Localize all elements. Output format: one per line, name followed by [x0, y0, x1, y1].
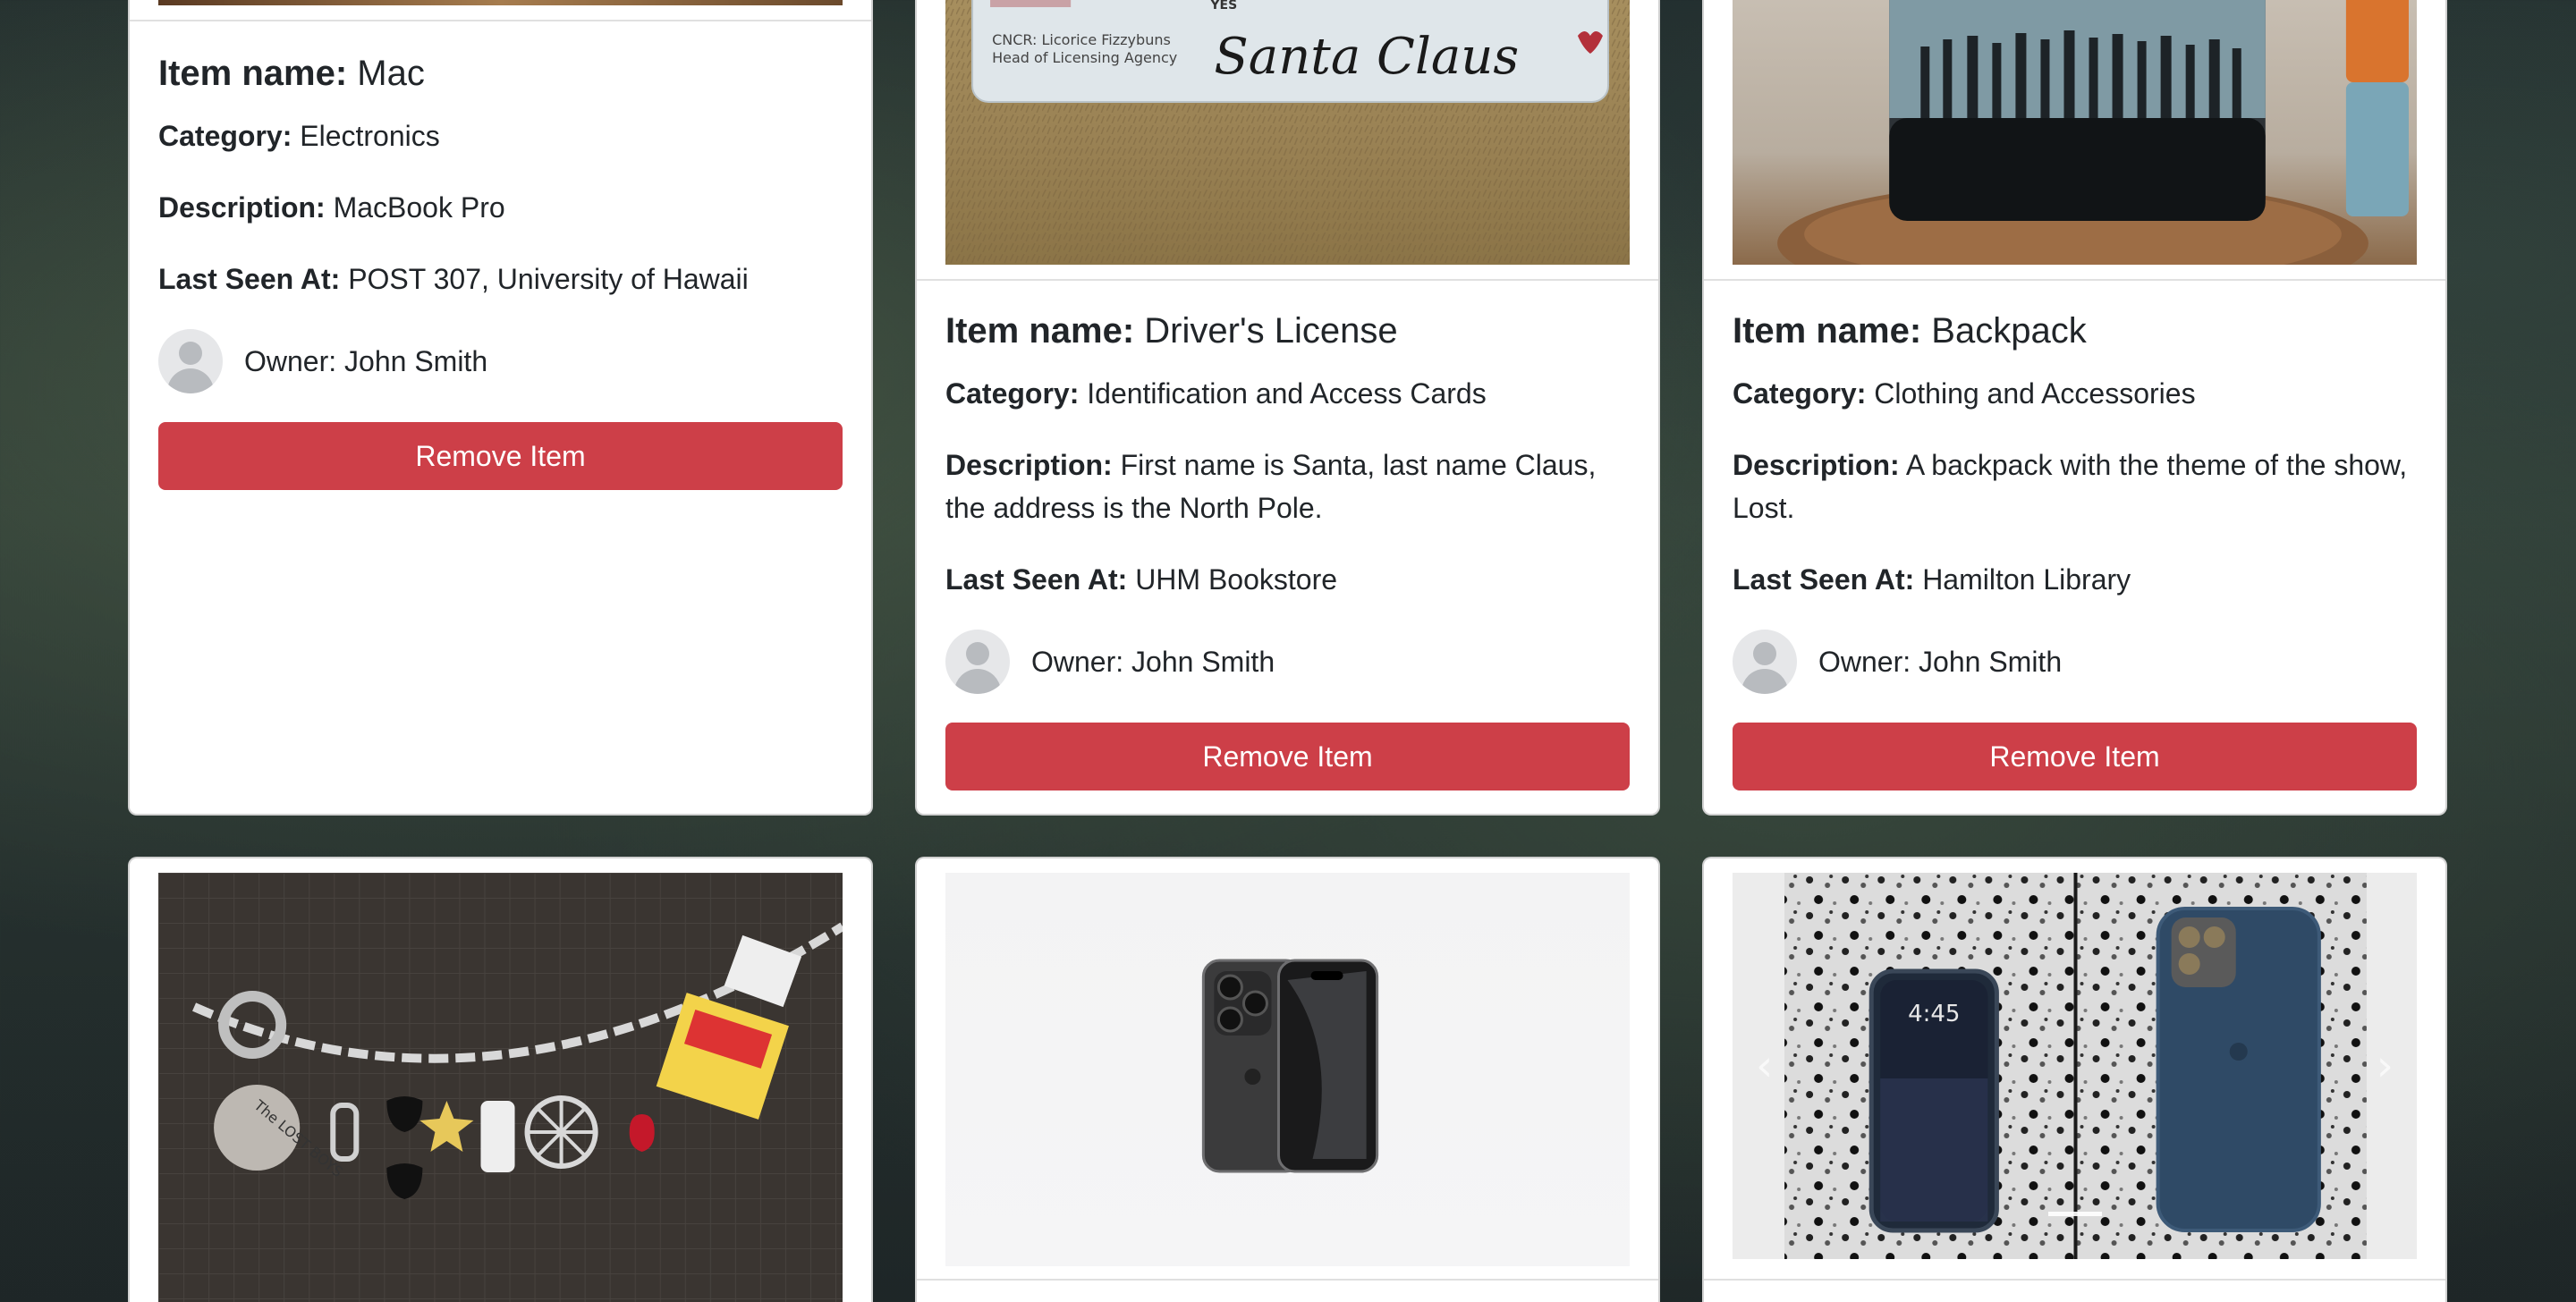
item-card-backpack: Item name: Backpack Category: Clothing a… — [1702, 0, 2447, 816]
owner-label: Owner: John Smith — [1031, 645, 1275, 678]
item-card-iphone — [915, 857, 1660, 1302]
item-last-seen: Last Seen At: UHM Bookstore — [945, 563, 1338, 596]
item-last-seen: Last Seen At: Hamilton Library — [1733, 563, 2131, 596]
carousel-indicator[interactable] — [2047, 1212, 2102, 1216]
item-card-body: Item name: Backpack Category: Clothing a… — [1733, 309, 2417, 790]
carousel-next-icon[interactable]: › — [2377, 1041, 2394, 1091]
backpack-photo — [1777, 0, 2409, 265]
item-name-value: Backpack — [1931, 311, 2087, 351]
item-image-backpack — [1733, 0, 2417, 265]
item-description: Description: MacBook Pro — [158, 191, 505, 224]
item-card-body: Item name: Driver's License Category: Id… — [945, 309, 1630, 790]
item-image-drivers-license: CNCR: Licorice Fizzybuns Head of Licensi… — [945, 0, 1630, 265]
item-owner: Owner: John Smith — [158, 329, 843, 393]
item-name-value: Driver's License — [1144, 311, 1398, 351]
item-title: Item name: Backpack — [1733, 311, 2087, 351]
item-card-bracelet: The LOST BOYS — [128, 857, 873, 1302]
item-card-drivers-license: CNCR: Licorice Fizzybuns Head of Licensi… — [915, 0, 1660, 816]
owner-label: Owner: John Smith — [1818, 645, 2063, 678]
iphone-photo — [1201, 959, 1379, 1173]
remove-item-button[interactable]: Remove Item — [158, 422, 843, 490]
item-description: Description: First name is Santa, last n… — [945, 449, 1597, 524]
avatar — [945, 630, 1010, 694]
item-owner: Owner: John Smith — [1733, 630, 2417, 694]
item-category: Category: Identification and Access Card… — [945, 377, 1487, 410]
svg-text:Santa Claus: Santa Claus — [1214, 28, 1519, 86]
item-last-seen: Last Seen At: POST 307, University of Ha… — [158, 263, 749, 295]
item-name-value: Mac — [357, 54, 425, 93]
avatar — [1733, 630, 1797, 694]
item-title: Item name: Driver's License — [945, 311, 1398, 351]
item-image-bracelet: The LOST BOYS — [158, 873, 843, 1302]
remove-item-button[interactable]: Remove Item — [1733, 723, 2417, 790]
carousel-prev-icon[interactable]: ‹ — [1756, 1041, 1773, 1091]
item-description: Description: A backpack with the theme o… — [1733, 449, 2408, 524]
iphone-carousel-photo: 4:45 — [1784, 873, 2367, 1259]
item-image-mac — [158, 0, 843, 5]
svg-text:4:45: 4:45 — [1908, 1001, 1960, 1027]
item-owner: Owner: John Smith — [945, 630, 1630, 694]
owner-label: Owner: John Smith — [244, 344, 488, 377]
item-title: Item name: Mac — [158, 54, 425, 93]
bracelet-photo: The LOST BOYS — [158, 873, 843, 1302]
license-photo: CNCR: Licorice Fizzybuns Head of Licensi… — [945, 0, 1630, 265]
avatar — [158, 329, 223, 393]
item-category: Category: Clothing and Accessories — [1733, 377, 2196, 410]
svg-text:CNCR: Licorice Fizzybuns: CNCR: Licorice Fizzybuns — [992, 31, 1171, 48]
item-card-iphone-carousel: 4:45 ‹ › — [1702, 857, 2447, 1302]
remove-item-button[interactable]: Remove Item — [945, 723, 1630, 790]
item-card-mac: Item name: Mac Category: Electronics Des… — [128, 0, 873, 816]
carousel: 4:45 ‹ › — [1733, 873, 2417, 1259]
svg-text:Head of Licensing Agency: Head of Licensing Agency — [992, 49, 1177, 66]
svg-text:YES: YES — [1209, 0, 1237, 13]
item-image-iphone — [945, 873, 1630, 1266]
item-category: Category: Electronics — [158, 120, 440, 152]
item-card-body: Item name: Mac Category: Electronics Des… — [158, 52, 843, 490]
